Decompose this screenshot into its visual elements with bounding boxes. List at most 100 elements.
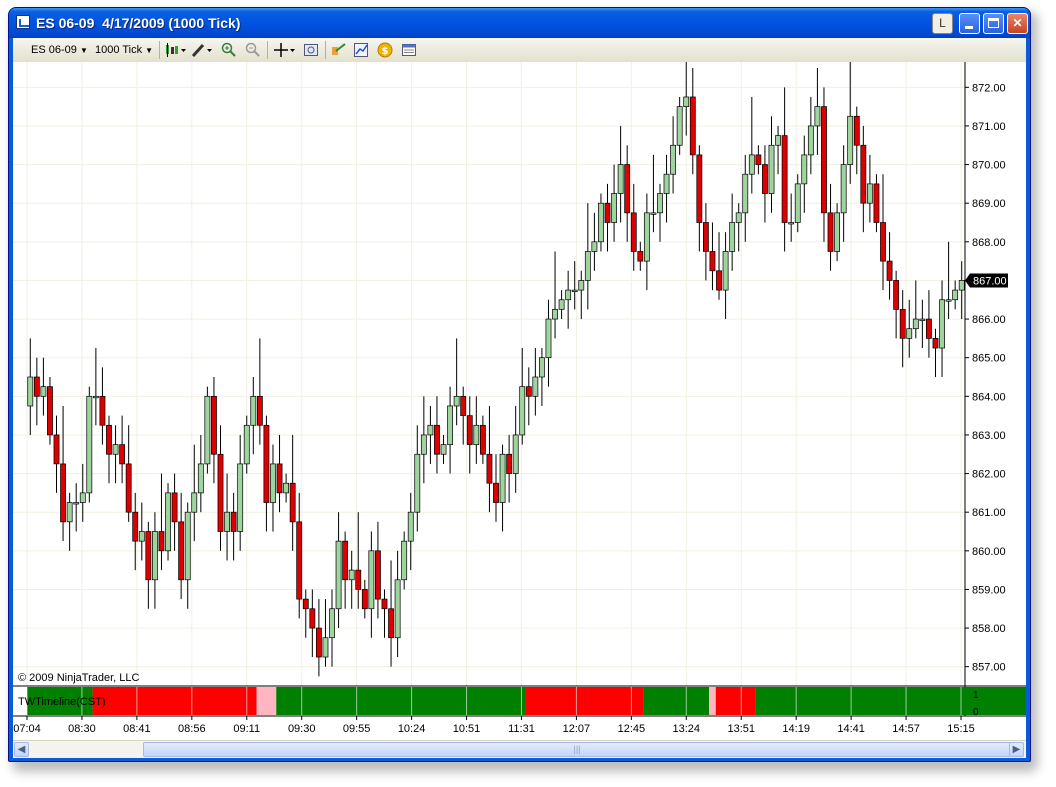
candle-up [322,637,329,658]
candle-down [702,222,709,252]
scroll-right-button[interactable]: ▶ [1009,742,1024,757]
money-icon[interactable]: $ [377,42,393,58]
x-tick-label: 15:15 [947,723,975,735]
instrument-label: ES 06-09 [31,44,77,56]
x-tick-label: 08:41 [123,723,151,735]
candle-down [53,434,60,465]
candle-down [296,521,303,600]
instrument-selector[interactable]: ES 06-09 ▼ [31,44,88,56]
candle-up [866,183,873,204]
candle-up [768,144,775,194]
drawing-pencil-icon[interactable] [191,42,215,58]
x-tick-label: 13:24 [673,723,701,735]
candle-down [466,415,473,445]
candle-down [709,251,716,272]
y-tick-label: 868.00 [972,237,1006,249]
candle-up [270,463,276,503]
zoom-out-icon[interactable] [245,42,261,58]
properties-icon[interactable] [303,42,319,58]
minimize-button[interactable] [959,13,980,34]
y-tick-label: 865.00 [972,353,1006,365]
candle-up [27,376,34,407]
y-tick-label: 869.00 [972,198,1006,210]
y-tick-label: 860.00 [972,546,1006,558]
timeline-segment-green [643,687,710,715]
y-tick-label: 859.00 [972,584,1006,596]
x-tick-label: 14:41 [837,723,865,735]
candle-up [440,444,447,455]
candle-down [178,521,185,581]
candle-down [302,598,309,610]
candle-down [926,318,932,339]
candle-down [381,598,388,610]
candle-up [283,482,290,494]
maximize-icon [988,18,999,28]
title-bar[interactable]: ES 06-09 4/17/2009 (1000 Tick) L ✕ [9,8,1030,38]
scroll-left-button[interactable]: ◀ [14,742,29,757]
candle-up [335,540,342,610]
candle-up [73,502,80,505]
candle-up [112,444,119,455]
chart-canvas[interactable]: 872.00 871.00 870.00 869.00 868.00 867.00 866.… [13,62,1026,740]
toolbar-separator [159,41,160,59]
candle-down [696,154,703,223]
y-tick-label: 858.00 [972,623,1006,635]
x-tick-label: 11:31 [508,723,535,735]
maximize-button[interactable] [983,13,1004,34]
candle-down [827,212,834,252]
candle-up [394,579,401,639]
horizontal-scrollbar[interactable]: ◀ ||| ▶ [13,740,1026,758]
candle-down [853,115,860,146]
y-tick-label: 872.00 [972,82,1006,94]
timeline-label: TWTimeline(CST) [18,696,106,708]
chart-window: ES 06-09 4/17/2009 (1000 Tick) L ✕ ES 06… [8,7,1031,762]
candle-up [571,289,578,292]
candlestick-style-icon[interactable] [165,42,187,58]
candle-up [197,463,204,494]
candle-down [486,453,493,484]
strategies-icon[interactable] [353,42,369,58]
candle-up [683,96,690,107]
zoom-in-icon[interactable] [221,42,237,58]
x-tick-label: 09:11 [233,723,260,735]
candle-up [611,193,617,223]
indicators-icon[interactable] [331,42,347,58]
candle-up [79,492,86,503]
data-box-icon[interactable] [401,42,417,58]
y-tick-label: 864.00 [972,391,1006,403]
y-tick-label: 871.00 [972,121,1006,133]
candle-up [184,511,191,581]
close-button[interactable]: ✕ [1007,13,1028,34]
candle-down [637,251,644,262]
crosshair-icon[interactable] [273,42,297,58]
candle-up [165,492,171,552]
y-tick-label: 863.00 [972,430,1006,442]
candle-up [512,434,519,474]
candle-up [742,173,749,214]
svg-text:$: $ [382,46,389,57]
x-tick-label: 14:57 [892,723,920,735]
x-tick-label: 09:30 [288,723,316,735]
candle-up [237,463,244,532]
candle-down [781,135,788,223]
x-tick-label: 08:30 [68,723,96,735]
candle-down [145,531,152,581]
y-tick-label: 870.00 [972,160,1006,172]
candle-down [689,96,696,156]
candle-up [414,453,421,513]
candle-up [204,395,211,465]
candle-down [47,386,53,436]
candle-down [60,463,66,523]
candle-down [860,144,867,204]
x-tick-label: 12:07 [563,723,591,735]
candle-up [447,405,453,445]
chart-toolbar: ES 06-09 ▼ 1000 Tick ▼ $ [13,38,1026,63]
scroll-thumb[interactable]: ||| [143,742,1011,757]
candle-down [309,608,316,629]
interval-label: 1000 Tick [95,44,143,56]
candle-up [945,299,952,302]
link-button[interactable]: L [932,13,953,34]
interval-selector[interactable]: 1000 Tick ▼ [95,44,153,56]
candle-down [158,531,165,552]
x-tick-label: 13:51 [727,723,755,735]
